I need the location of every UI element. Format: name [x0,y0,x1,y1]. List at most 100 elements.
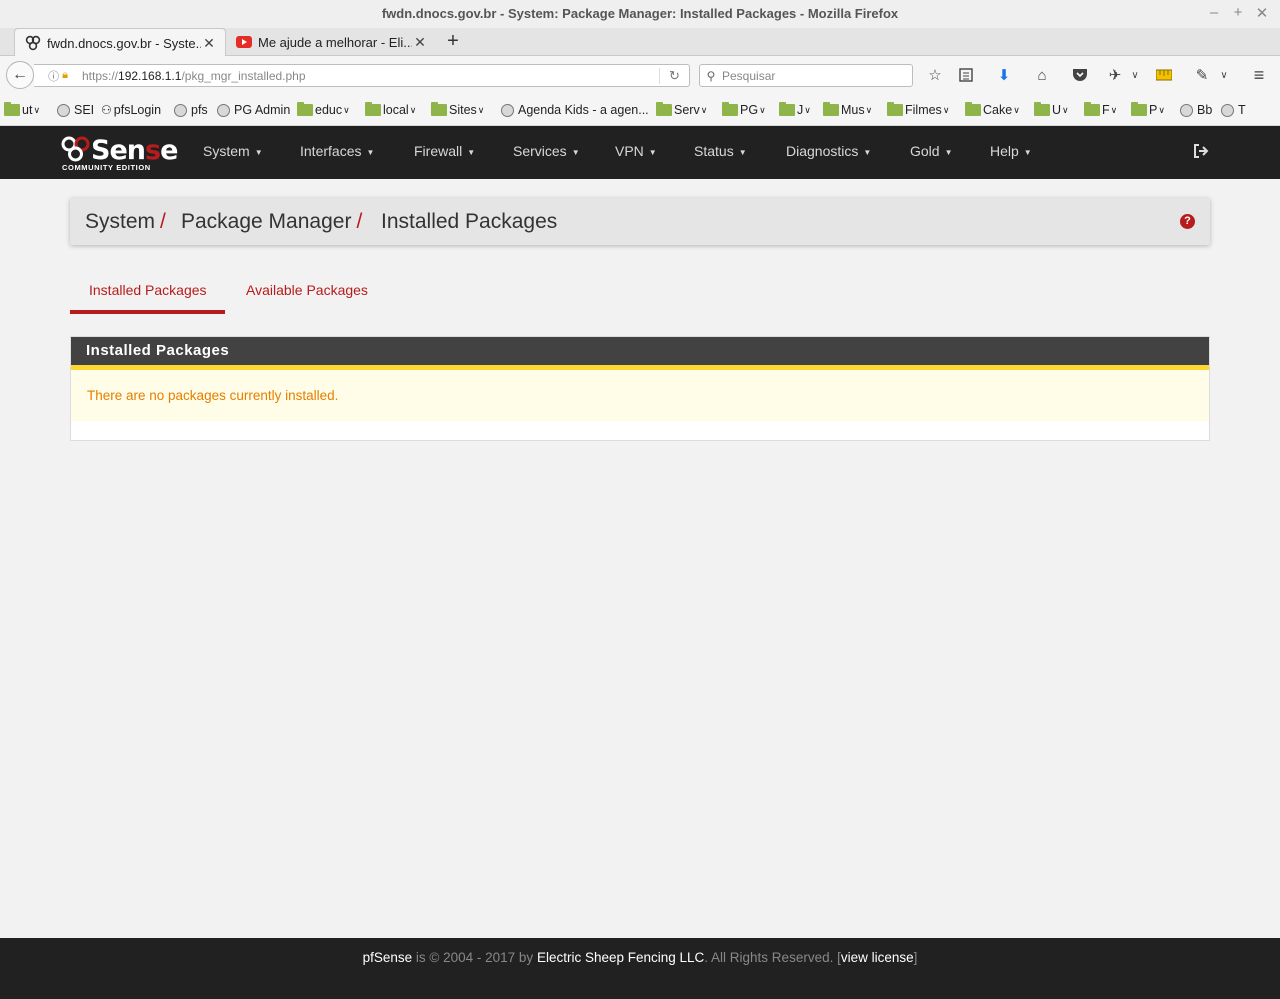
chevron-down-icon: ∨ [1062,104,1069,115]
folder-icon [1084,102,1100,116]
menu-interfaces[interactable]: Interfaces ▼ [300,143,374,159]
chevron-down-icon: ∨ [1158,104,1165,115]
no-packages-alert: There are no packages currently installe… [71,365,1209,421]
panel-title: Installed Packages [71,337,1209,365]
menu-vpn[interactable]: VPN ▼ [615,143,657,159]
globe-icon [1180,103,1193,117]
home-icon[interactable]: ⌂ [1031,65,1053,85]
chevron-down-icon: ∨ [343,104,350,115]
menu-services[interactable]: Services ▼ [513,143,580,159]
folder-icon [1034,102,1050,116]
bookmark-folder-educ[interactable]: educ ∨ [297,102,350,117]
ruler-extension-icon[interactable] [1153,65,1175,85]
globe-icon [57,103,70,117]
breadcrumb-system[interactable]: System / [85,210,166,234]
menu-firewall[interactable]: Firewall ▼ [414,143,475,159]
caret-down-icon: ▼ [1023,147,1032,157]
maximize-button[interactable]: + [1228,4,1248,21]
menu-gold[interactable]: Gold ▼ [910,143,953,159]
hamburger-menu-icon[interactable]: ≡ [1248,65,1270,85]
bookmark-folder-cake[interactable]: Cake ∨ [965,102,1020,117]
chevron-down-icon: ∨ [804,104,811,115]
tab-pfsense[interactable]: fwdn.dnocs.gov.br - Syste... ✕ [14,28,226,57]
pocket-icon[interactable] [1069,65,1091,85]
bookmark-pfs[interactable]: pfs [174,103,208,117]
bookmark-folder-ut[interactable]: ut ∨ [4,102,40,117]
active-tab-indicator [70,310,225,314]
url-text[interactable]: https://192.168.1.1/pkg_mgr_installed.ph… [82,69,659,83]
pfsense-logo[interactable]: Sense COMMUNITY EDITION [60,134,178,172]
globe-icon [501,103,514,117]
chevron-down-icon[interactable]: ∨ [1124,65,1146,85]
bookmark-bb[interactable]: Bb [1180,103,1212,117]
bookmark-pg-admin[interactable]: PG Admin [217,103,290,117]
url-bar[interactable]: ⓘ 🔒︎ https://192.168.1.1/pkg_mgr_install… [34,64,690,87]
menu-status[interactable]: Status ▼ [694,143,747,159]
browser-tabbar: fwdn.dnocs.gov.br - Syste... ✕ Me ajude … [0,28,1280,57]
back-button[interactable]: ← [6,61,34,89]
bookmark-folder-sites[interactable]: Sites ∨ [431,102,485,117]
bookmark-folder-p[interactable]: P ∨ [1131,102,1165,117]
chevron-down-icon: ∨ [477,104,485,115]
bookmarks-list-icon[interactable] [955,65,977,85]
extension-icon[interactable]: ✈ [1104,65,1126,85]
chevron-down-icon: ∨ [759,104,766,115]
menu-system[interactable]: System ▼ [203,143,263,159]
tab-label: Me ajude a melhorar - Eli... [258,34,412,50]
folder-icon [365,102,381,116]
tab-close-icon[interactable]: ✕ [201,35,217,52]
bookmark-folder-filmes[interactable]: Filmes ∨ [887,102,949,117]
download-icon[interactable]: ⬇ [993,65,1015,85]
bookmark-sei[interactable]: SEI [57,103,94,117]
reload-icon[interactable]: ↻ [659,67,689,84]
caret-down-icon: ▼ [366,147,375,157]
bookmark-folder-serv[interactable]: Serv ∨ [656,102,707,117]
caret-down-icon: ▼ [738,147,747,157]
warning-lock-icon: 🔒︎ [62,69,68,81]
footer-company-link[interactable]: Electric Sheep Fencing LLC [537,950,704,965]
folder-icon [431,102,447,116]
chevron-down-icon: ∨ [409,104,417,115]
tab-installed-packages[interactable]: Installed Packages [89,282,207,298]
folder-icon [887,102,903,116]
window-titlebar: fwdn.dnocs.gov.br - System: Package Mana… [0,0,1280,28]
globe-icon [217,103,230,117]
chevron-down-icon[interactable]: ∨ [1213,65,1235,85]
bookmark-pfslogin[interactable]: ⚇ pfsLogin [101,103,161,117]
logo-wordmark: Sense [91,135,178,166]
chevron-down-icon: ∨ [1110,104,1118,115]
bookmark-folder-u[interactable]: U ∨ [1034,102,1069,117]
breadcrumb: System / Package Manager / Installed Packa… [70,198,1210,245]
logout-icon[interactable] [1192,142,1210,160]
bookmark-agenda-kids[interactable]: Agenda Kids - a agen... [501,103,649,117]
bookmark-folder-mus[interactable]: Mus ∨ [823,102,873,117]
bookmark-folder-j[interactable]: J ∨ [779,102,811,117]
bookmark-folder-local[interactable]: local ∨ [365,102,417,117]
bookmark-folder-f[interactable]: F ∨ [1084,102,1118,117]
close-window-button[interactable]: ✕ [1252,4,1272,22]
footer-text: pfSense is © 2004 - 2017 by Electric She… [362,950,918,965]
bookmark-star-icon[interactable]: ☆ [924,65,946,85]
bookmark-folder-pg[interactable]: PG ∨ [722,102,766,117]
page-footer: pfSense is © 2004 - 2017 by Electric She… [0,938,1280,999]
chevron-down-icon: ∨ [865,104,873,115]
minimize-button[interactable]: – [1204,4,1224,21]
eyedropper-icon[interactable]: ✎ [1191,65,1213,85]
footer-product-link[interactable]: pfSense [363,950,413,965]
tab-available-packages[interactable]: Available Packages [246,282,368,298]
tab-youtube[interactable]: Me ajude a melhorar - Eli... ✕ [226,28,436,56]
breadcrumb-package-manager[interactable]: Package Manager / [181,210,362,234]
search-input[interactable]: ⚲ Pesquisar [699,64,913,87]
site-identity[interactable]: ⓘ 🔒︎ [34,68,82,84]
bookmark-t[interactable]: T [1221,103,1246,117]
installed-packages-panel: Installed Packages There are no packages… [70,336,1210,441]
menu-help[interactable]: Help ▼ [990,143,1032,159]
menu-diagnostics[interactable]: Diagnostics ▼ [786,143,871,159]
caret-down-icon: ▼ [254,147,263,157]
tab-close-icon[interactable]: ✕ [412,34,428,51]
new-tab-button[interactable]: + [442,30,464,53]
pfsense-navbar: Sense COMMUNITY EDITION System ▼ Interfac… [0,126,1280,179]
view-license-link[interactable]: view license [841,950,914,965]
help-icon[interactable]: ? [1180,214,1195,229]
folder-icon [1131,102,1147,116]
